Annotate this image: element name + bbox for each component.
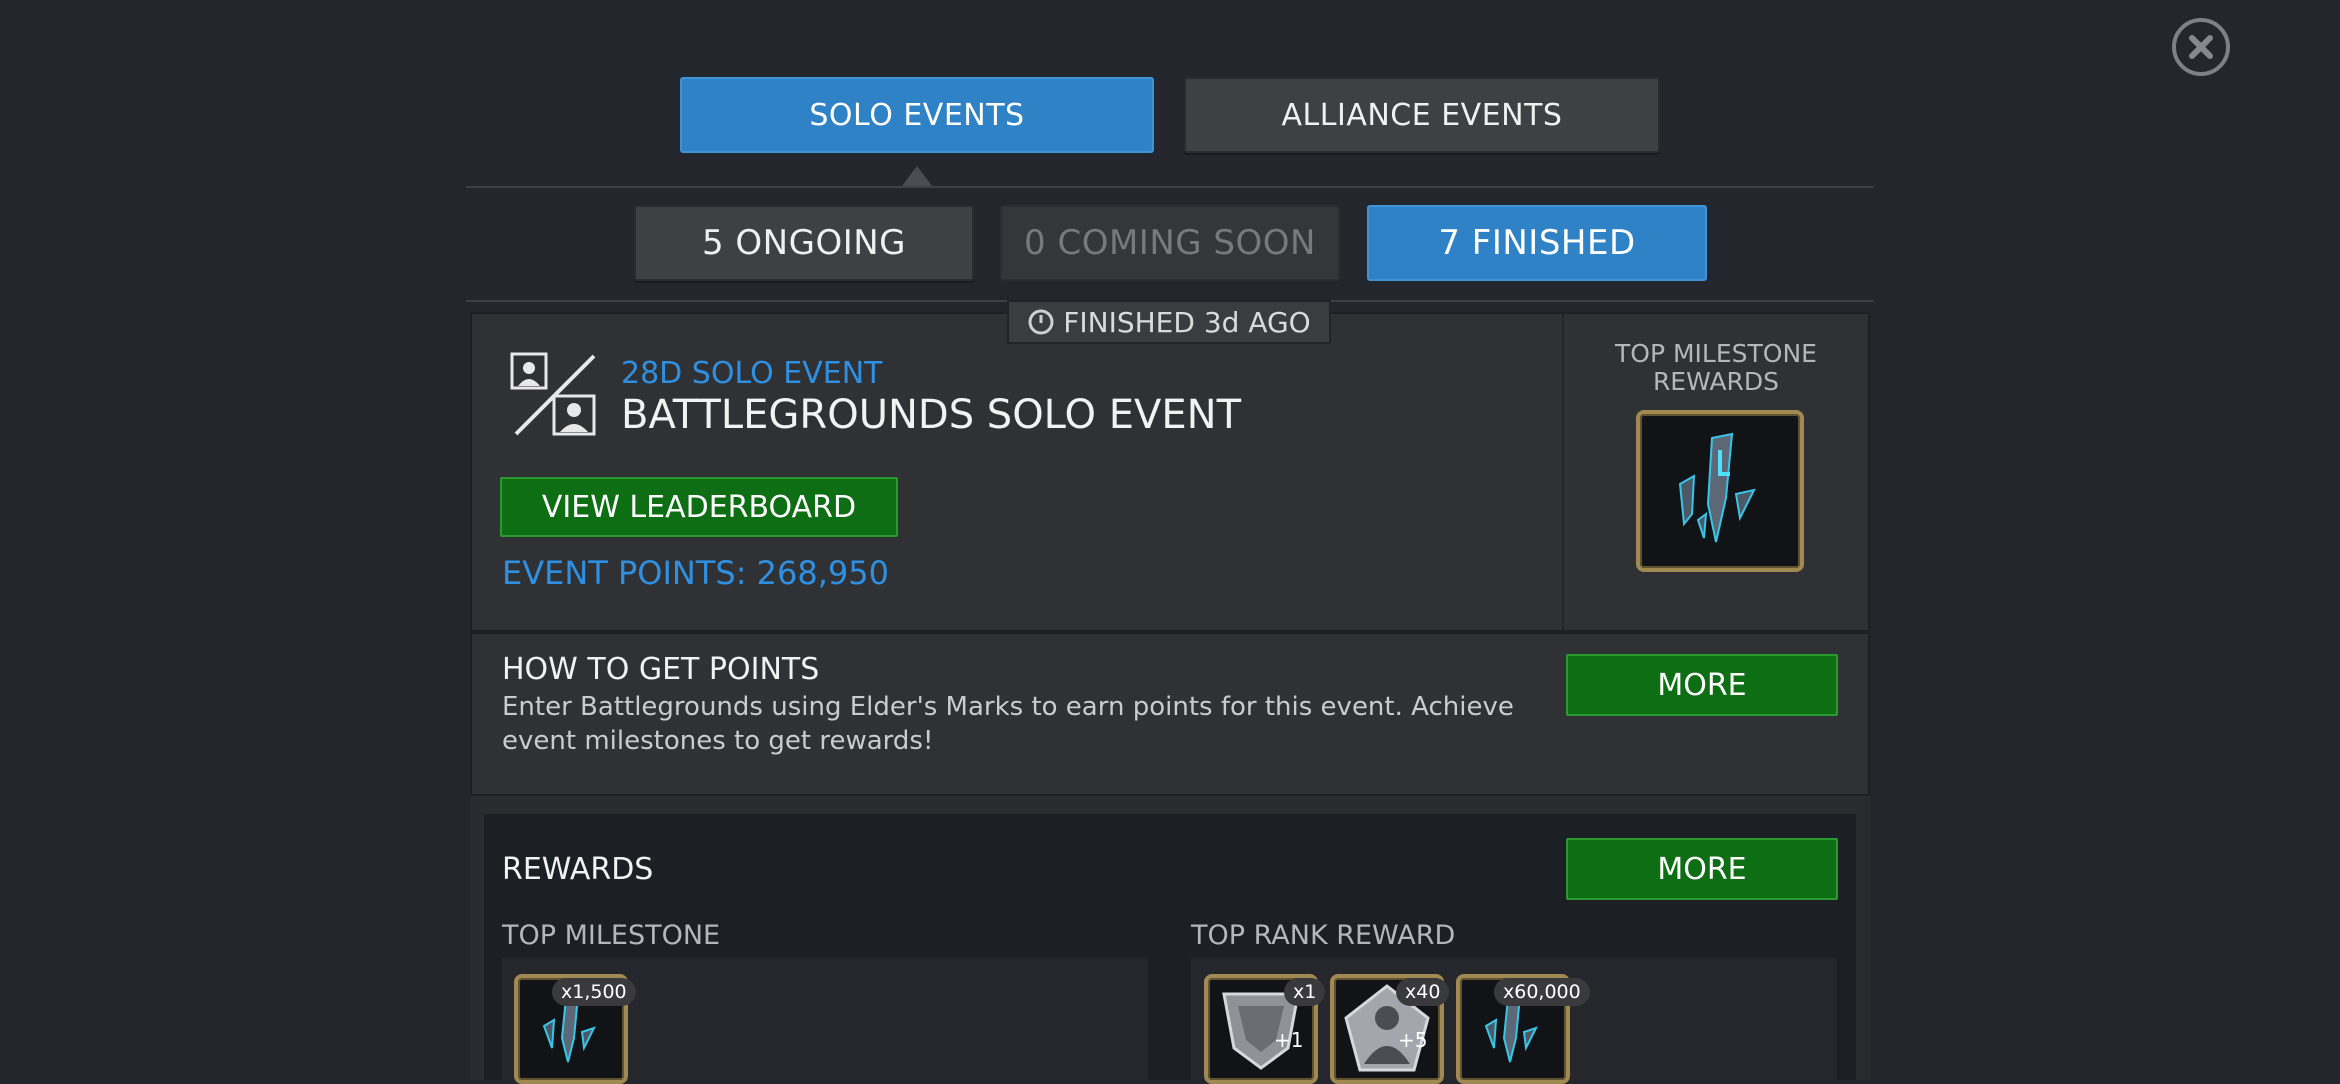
view-leaderboard-button[interactable]: VIEW LEADERBOARD [500,477,898,537]
filter-finished[interactable]: 7 FINISHED [1367,205,1707,281]
status-text: FINISHED 3d AGO [1063,305,1311,339]
how-to-text: Enter Battlegrounds using Elder's Marks … [502,690,1514,758]
filter-ongoing[interactable]: 5 ONGOING [634,205,974,281]
divider [466,186,1874,188]
top-rank-reward-label: TOP RANK REWARD [1191,920,1456,951]
rank-quantity: x1 [1284,978,1326,1006]
rewards-heading: REWARDS [502,852,654,887]
how-to-heading: HOW TO GET POINTS [502,652,820,687]
rank-badge: +1 [1274,1028,1304,1052]
how-to-text-line2: event milestones to get rewards! [502,726,934,756]
event-points: EVENT POINTS: 268,950 [502,554,889,592]
tab-solo-events[interactable]: SOLO EVENTS [680,77,1154,153]
battlegrounds-icon [510,352,596,436]
milestone-quantity: x1,500 [552,978,636,1006]
clock-icon [1028,309,1054,335]
rewards-more-button[interactable]: MORE [1566,838,1838,900]
shard-crystal-icon [1678,432,1756,543]
event-title: BATTLEGROUNDS SOLO EVENT [621,392,1241,438]
how-to-more-button[interactable]: MORE [1566,654,1838,716]
top-milestone-rewards-label: TOP MILESTONE REWARDS [1566,340,1866,396]
tab-pointer-icon [902,166,932,186]
close-button[interactable] [2172,18,2230,76]
top-milestone-reward-item[interactable] [1636,410,1804,572]
rank-quantity: x60,000 [1494,978,1590,1006]
filter-coming-soon[interactable]: 0 COMING SOON [1000,205,1340,281]
rank-badge: +5 [1398,1028,1428,1052]
rank-quantity: x40 [1396,978,1450,1006]
top-milestone-rewards-label-line1: TOP MILESTONE [1615,339,1817,368]
divider [1562,314,1564,630]
event-subtitle: 28D SOLO EVENT [621,356,883,391]
top-milestone-rewards-label-line2: REWARDS [1652,367,1780,396]
top-milestone-label: TOP MILESTONE [502,920,721,951]
close-icon [2189,35,2213,59]
tab-alliance-events[interactable]: ALLIANCE EVENTS [1184,77,1660,153]
status-badge: FINISHED 3d AGO [1007,300,1331,344]
how-to-text-line1: Enter Battlegrounds using Elder's Marks … [502,692,1514,722]
